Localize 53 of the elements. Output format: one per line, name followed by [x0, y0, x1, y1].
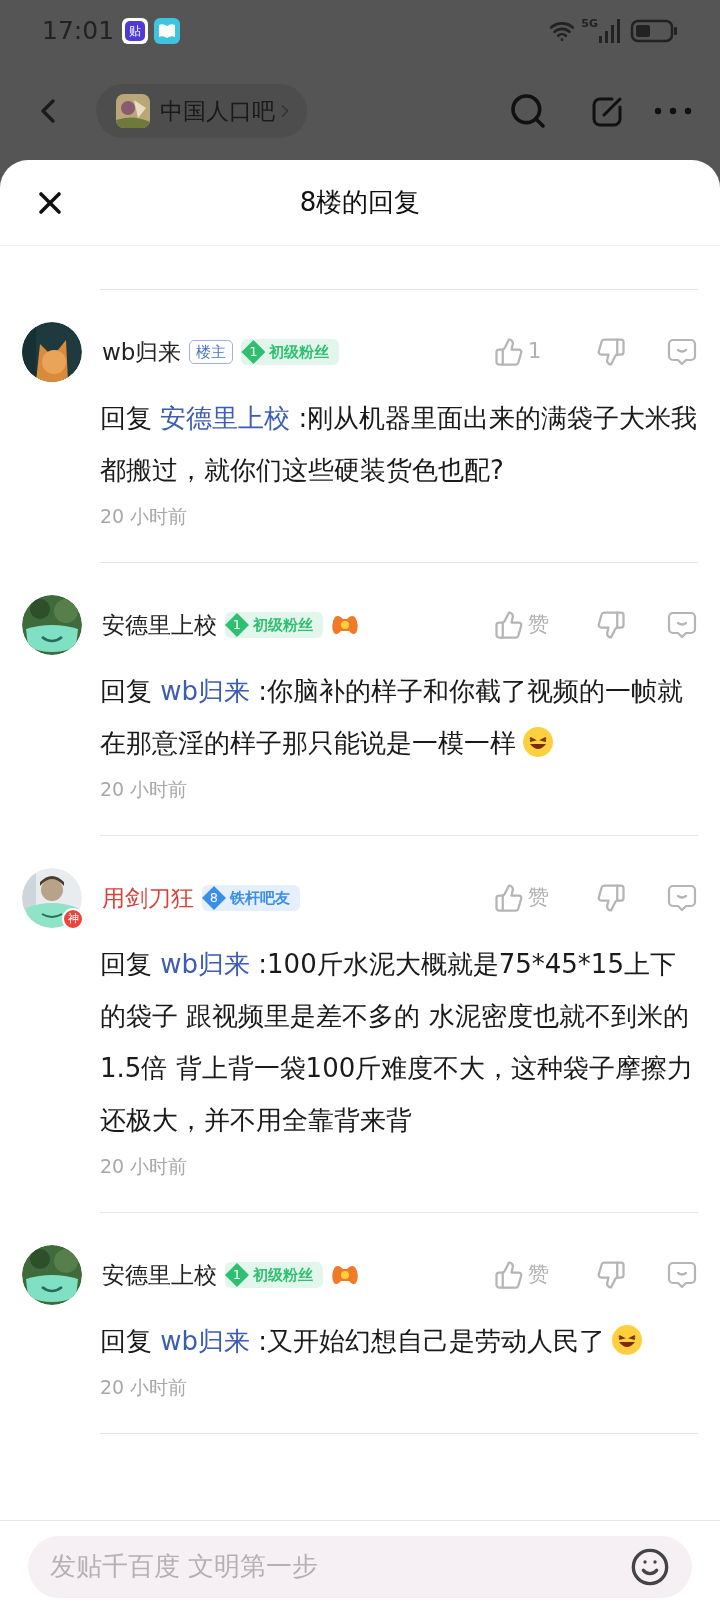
emoji-icon[interactable] [630, 1546, 670, 1587]
reply-text: 回复 wb归来 :100斤水泥大概就是75*45*15上下的袋子 跟视频里是差不多的 水泥密度也就不到米的1.5倍 背上背一袋100斤难度不大，这种袋子摩擦力还极大，并不用全靠背来背 [100, 948, 695, 1137]
comment-input[interactable]: 发贴千百度 文明第一步 [28, 1535, 692, 1598]
user-name[interactable]: 用剑刀狂 [102, 880, 194, 916]
badge-title: 初级粉丝 [253, 1264, 313, 1286]
like-count: 赞 [528, 884, 549, 912]
mention-link[interactable]: wb归来 [160, 949, 251, 979]
comment-icon[interactable] [666, 1259, 698, 1291]
timestamp: 20 小时前 [100, 504, 189, 529]
timestamp: 20 小时前 [100, 1154, 189, 1179]
thumbs-down-icon[interactable] [596, 883, 626, 913]
thumbs-up-icon[interactable] [494, 1260, 524, 1290]
reply-text: 回复 安德里上校 :刚从机器里面出来的满袋子大米我都搬过，就你们这些硬装货色也配? [100, 402, 698, 487]
like-count: 1 [528, 338, 542, 366]
sheet-title: 8楼的回复 [299, 186, 421, 219]
mention-link[interactable]: wb归来 [160, 676, 251, 706]
gamepad-icon [331, 1263, 359, 1287]
user-name[interactable]: wb归来 [102, 334, 182, 370]
reply-text: 回复 wb归来 :又开始幻想自己是劳动人民了 [100, 1315, 644, 1367]
user-name[interactable]: 安德里上校 [102, 607, 217, 643]
reply-text: 回复 wb归来 :你脑补的样子和你截了视频的一帧就在那意淫的样子那只能说是一模一样 [100, 675, 685, 760]
book-app-icon [154, 18, 181, 44]
thumbs-up-icon[interactable] [494, 337, 524, 367]
badge-title: 铁杆吧友 [230, 887, 290, 909]
level-number: 1 [225, 613, 249, 637]
level-number: 1 [241, 340, 266, 364]
badge-title: 初级粉丝 [269, 341, 330, 363]
timestamp: 20 小时前 [100, 1375, 189, 1400]
gamepad-icon [331, 613, 359, 637]
thumbs-up-icon[interactable] [494, 883, 524, 913]
user-name[interactable]: 安德里上校 [102, 1257, 217, 1293]
comment-icon[interactable] [666, 336, 698, 368]
mention-link[interactable]: 安德里上校 [160, 403, 291, 433]
signal-icon [598, 18, 620, 44]
thumbs-down-icon[interactable] [596, 610, 626, 640]
thumbs-down-icon[interactable] [596, 337, 626, 367]
level-number: 1 [225, 1263, 249, 1287]
search-icon[interactable] [508, 91, 548, 131]
battery-icon [630, 18, 678, 44]
level-number: 8 [202, 886, 226, 910]
thumbs-up-icon[interactable] [494, 610, 524, 640]
more-icon[interactable] [654, 107, 692, 115]
timestamp: 20 小时前 [100, 777, 189, 802]
thumbs-down-icon[interactable] [596, 1260, 626, 1290]
like-count: 赞 [528, 611, 549, 639]
host-tag: 楼主 [189, 340, 234, 364]
god-badge: 神 [62, 908, 84, 930]
badge-title: 初级粉丝 [253, 614, 313, 636]
app-icon-label: 贴 [125, 21, 146, 41]
comment-icon[interactable] [666, 882, 698, 914]
mention-link[interactable]: wb归来 [160, 1326, 251, 1356]
comment-icon[interactable] [666, 609, 698, 641]
like-count: 赞 [528, 1261, 549, 1289]
